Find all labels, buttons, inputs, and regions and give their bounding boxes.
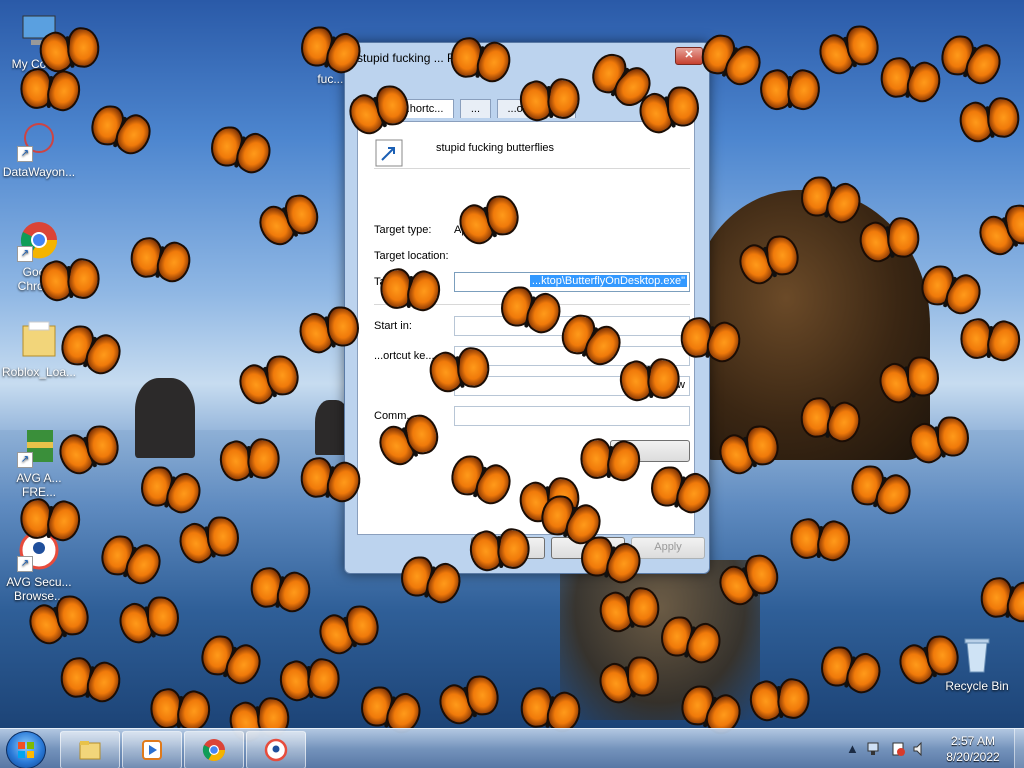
butterfly	[877, 55, 948, 109]
chrome-icon: ↗	[17, 218, 61, 262]
butterfly	[231, 351, 305, 413]
target-input[interactable]: ...ktop\ButterflyOnDesktop.exe"	[454, 272, 690, 292]
avg-browser-icon	[264, 738, 288, 762]
taskbar-chrome[interactable]	[184, 731, 244, 768]
desktop-icon-label: DataWayon...	[2, 165, 76, 179]
butterfly	[744, 676, 814, 726]
butterfly	[16, 66, 86, 116]
shortcut-arrow-icon: ↗	[17, 452, 33, 468]
app-icon: ↗	[17, 118, 61, 162]
taskbar: ▲ 2:57 AM 8/20/2022	[0, 728, 1024, 768]
butterfly	[205, 123, 278, 181]
butterfly	[934, 31, 1009, 93]
network-icon[interactable]	[866, 741, 882, 757]
butterfly	[786, 516, 856, 566]
butterfly	[514, 76, 584, 126]
desktop-icon-label: Recycle Bin	[945, 679, 1009, 693]
shortcut-name: stupid fucking butterflies	[436, 142, 555, 154]
folder-icon	[79, 741, 101, 760]
shortcut-arrow-icon: ↗	[17, 556, 33, 572]
start-button[interactable]	[6, 731, 46, 768]
folder-icon	[17, 318, 61, 362]
rock-small	[135, 378, 195, 458]
butterfly	[251, 189, 327, 254]
clock-time: 2:57 AM	[950, 734, 996, 748]
target-value: ...ktop\ButterflyOnDesktop.exe"	[529, 275, 687, 287]
clock-date: 8/20/2022	[946, 750, 1000, 764]
butterfly	[952, 95, 1024, 149]
shortcut-arrow-icon: ↗	[17, 246, 33, 262]
butterfly	[16, 496, 86, 546]
windows-logo-icon	[18, 742, 34, 758]
desktop-icon-datawayon[interactable]: ↗ DataWayon...	[0, 118, 78, 179]
taskbar-avg-browser[interactable]	[246, 731, 306, 768]
butterfly	[84, 101, 159, 163]
butterfly	[464, 526, 534, 576]
taskbar-explorer[interactable]	[60, 731, 120, 768]
butterfly	[971, 199, 1024, 264]
media-player-icon	[142, 740, 162, 760]
target-type-label: Target type:	[374, 224, 432, 236]
butterfly	[376, 266, 446, 316]
shortcut-arrow-icon: ↗	[17, 146, 33, 162]
butterfly	[811, 21, 885, 83]
tray-overflow-icon[interactable]: ▲	[846, 741, 859, 756]
butterfly	[274, 656, 344, 706]
target-location-label: Target location:	[374, 250, 449, 262]
clock[interactable]: 2:57 AM 8/20/2022	[938, 733, 1008, 765]
butterfly	[576, 436, 646, 486]
taskbar-media-player[interactable]	[122, 731, 182, 768]
butterfly	[614, 356, 684, 406]
avg-antivirus-icon: ↗	[17, 424, 61, 468]
comment-input[interactable]	[454, 406, 690, 426]
tab-3[interactable]: ...	[459, 99, 492, 118]
butterfly	[755, 66, 825, 114]
show-desktop-button[interactable]	[1014, 729, 1024, 768]
shortcut-key-label: ...ortcut ke...	[374, 350, 435, 362]
start-in-label: Start in:	[374, 320, 412, 332]
butterfly	[214, 436, 284, 486]
chrome-icon	[202, 739, 225, 761]
butterfly	[127, 235, 198, 289]
butterfly	[956, 316, 1024, 366]
butterfly	[295, 23, 368, 81]
butterfly	[34, 256, 104, 306]
volume-icon[interactable]	[912, 741, 928, 757]
separator	[374, 168, 690, 169]
action-center-icon[interactable]	[890, 741, 906, 757]
shortcut-icon	[374, 138, 404, 168]
